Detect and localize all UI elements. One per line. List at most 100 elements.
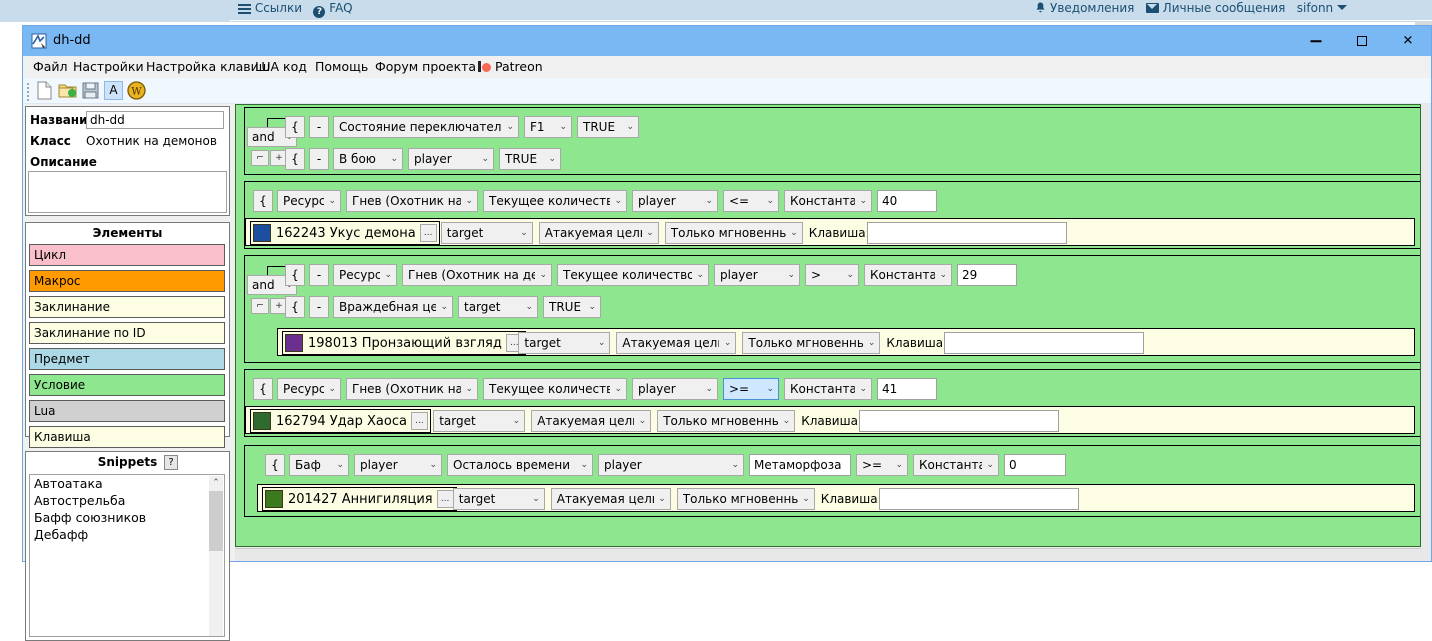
links-menu-label[interactable]: Ссылки (255, 1, 302, 15)
spell-target-dropdown[interactable]: target⌄ (433, 410, 525, 432)
group-collapse-button[interactable]: ⌐ (251, 150, 269, 166)
brace-button[interactable]: { (253, 378, 273, 400)
element-item-2[interactable]: Макрос (29, 270, 225, 292)
condition-dropdown[interactable]: Осталось времени⌄ (447, 454, 593, 476)
condition-dropdown[interactable]: Текущее количество⌄ (557, 264, 709, 286)
condition-dropdown[interactable]: Константа⌄ (784, 378, 872, 400)
block-5[interactable]: {Баф⌄player⌄Осталось времени⌄player⌄Мета… (244, 445, 1421, 517)
spell-key-input[interactable] (944, 332, 1144, 354)
spell-target-type-dropdown[interactable]: Атакуемая цель⌄ (539, 222, 659, 244)
condition-dropdown[interactable]: В бою⌄ (333, 148, 403, 170)
spell-target-type-dropdown[interactable]: Атакуемая цель⌄ (616, 332, 736, 354)
element-item-3[interactable]: Заклинание (29, 296, 225, 318)
remove-condition-button[interactable]: - (309, 148, 329, 170)
condition-dropdown[interactable]: >⌄ (805, 264, 859, 286)
condition-text-input[interactable]: 40 (877, 190, 937, 212)
spell-key-input[interactable] (859, 410, 1059, 432)
remove-condition-button[interactable]: - (309, 116, 329, 138)
condition-dropdown[interactable]: player⌄ (632, 190, 718, 212)
group-collapse-button[interactable]: ⌐ (251, 298, 269, 314)
description-textarea[interactable] (28, 171, 227, 213)
condition-dropdown[interactable]: F1⌄ (524, 116, 572, 138)
condition-dropdown[interactable]: >=⌄ (856, 454, 908, 476)
condition-dropdown[interactable]: Гнев (Охотник на демо⌄ (402, 264, 552, 286)
condition-text-input[interactable]: 41 (877, 378, 937, 400)
condition-dropdown[interactable]: TRUE⌄ (499, 148, 561, 170)
condition-dropdown[interactable]: Ресурс⌄ (277, 190, 341, 212)
name-input[interactable]: dh-dd (86, 111, 224, 129)
brace-button[interactable]: { (253, 190, 273, 212)
condition-dropdown[interactable]: Баф⌄ (289, 454, 349, 476)
menu-item-5[interactable]: Помощь (315, 59, 368, 74)
notifications-label[interactable]: Уведомления (1050, 1, 1134, 15)
menu-item-3[interactable]: Настройка клавиш (146, 59, 270, 74)
snippet-item-1[interactable]: Автоатака (30, 475, 224, 492)
spell-cast-mode-dropdown[interactable]: Только мгновенные⌄ (657, 410, 795, 432)
condition-dropdown[interactable]: Гнев (Охотник на демо⌄ (346, 378, 478, 400)
wow-logo-icon[interactable]: W (127, 81, 146, 100)
condition-dropdown[interactable]: player⌄ (632, 378, 718, 400)
element-item-8[interactable]: Клавиша (29, 426, 225, 448)
condition-dropdown[interactable]: Константа⌄ (864, 264, 952, 286)
spell-cast-mode-dropdown[interactable]: Только мгновенные⌄ (742, 332, 880, 354)
condition-dropdown[interactable]: player⌄ (714, 264, 800, 286)
spell-target-dropdown[interactable]: target⌄ (518, 332, 610, 354)
bell-icon[interactable] (1035, 2, 1046, 14)
window-titlebar[interactable]: dh-dd ✕ (23, 26, 1431, 56)
element-item-7[interactable]: Lua (29, 400, 225, 422)
username-label[interactable]: sifonn (1297, 1, 1333, 15)
minimize-button[interactable] (1293, 26, 1339, 56)
condition-dropdown[interactable]: Состояние переключателя⌄ (333, 116, 519, 138)
spell-target-type-dropdown[interactable]: Атакуемая цель⌄ (531, 410, 651, 432)
snippets-scrollbar[interactable]: ⌃ (209, 476, 223, 637)
spell-select-button[interactable]: 198013 Пронзающий взгляд... (282, 331, 526, 355)
condition-dropdown[interactable]: Ресурс⌄ (277, 378, 341, 400)
spell-browse-button[interactable]: ... (420, 224, 437, 242)
canvas-horizontal-scrollbar[interactable] (235, 548, 1421, 561)
condition-dropdown[interactable]: target⌄ (458, 296, 538, 318)
close-button[interactable]: ✕ (1385, 26, 1431, 56)
menu-item-6[interactable]: Форум проекта (375, 59, 476, 74)
snippets-list[interactable]: АвтоатакаАвтострельбаБафф союзниковДебаф… (29, 474, 225, 637)
brace-button[interactable]: { (285, 148, 305, 170)
remove-condition-button[interactable]: - (309, 264, 329, 286)
scroll-up-icon[interactable]: ⌃ (209, 476, 223, 490)
condition-dropdown[interactable]: Гнев (Охотник на демо⌄ (346, 190, 478, 212)
snippets-help-icon[interactable]: ? (164, 455, 178, 470)
element-item-6[interactable]: Условие (29, 374, 225, 396)
brace-button[interactable]: { (285, 264, 305, 286)
condition-dropdown[interactable]: player⌄ (354, 454, 442, 476)
spell-target-dropdown[interactable]: target⌄ (441, 222, 533, 244)
block-4[interactable]: {Ресурс⌄Гнев (Охотник на демо⌄Текущее ко… (244, 369, 1421, 437)
save-floppy-icon[interactable] (81, 81, 100, 100)
remove-condition-button[interactable]: - (309, 296, 329, 318)
condition-dropdown[interactable]: Текущее количество⌄ (483, 190, 627, 212)
spell-key-input[interactable] (879, 488, 1079, 510)
brace-button[interactable]: { (285, 116, 305, 138)
condition-dropdown[interactable]: Константа⌄ (913, 454, 999, 476)
question-mark-icon[interactable]: ? (313, 6, 325, 18)
condition-dropdown[interactable]: player⌄ (598, 454, 744, 476)
spell-cast-mode-dropdown[interactable]: Только мгновенные⌄ (665, 222, 803, 244)
faq-link-label[interactable]: FAQ (329, 1, 352, 15)
maximize-button[interactable] (1339, 26, 1385, 56)
condition-text-input[interactable]: Метаморфоза (749, 454, 851, 476)
spell-row[interactable]: 162794 Удар Хаоса...target⌄ Атакуемая цел… (245, 406, 1415, 434)
condition-dropdown[interactable]: Враждебная цель⌄ (333, 296, 453, 318)
snippet-item-3[interactable]: Бафф союзников (30, 509, 224, 526)
macro-canvas[interactable]: and⌄⌐+{-Состояние переключателя⌄F1⌄TRUE⌄… (235, 104, 1421, 547)
condition-dropdown[interactable]: TRUE⌄ (577, 116, 639, 138)
condition-dropdown[interactable]: >=⌄ (723, 378, 779, 400)
brace-button[interactable]: { (265, 454, 285, 476)
element-item-1[interactable]: Цикл (29, 244, 225, 266)
menu-item-7[interactable]: Patreon (478, 59, 543, 74)
condition-dropdown[interactable]: Константа⌄ (784, 190, 872, 212)
condition-text-input[interactable]: 0 (1004, 454, 1066, 476)
element-item-4[interactable]: Заклинание по ID (29, 322, 225, 344)
spell-row[interactable]: 201427 Аннигиляция...target⌄Атакуемая це… (257, 484, 1415, 512)
spell-select-button[interactable]: 162794 Удар Хаоса... (250, 409, 431, 433)
canvas-vertical-scrollbar[interactable] (1421, 104, 1431, 561)
scrollbar-thumb[interactable] (209, 491, 223, 551)
spell-row[interactable]: 162243 Укус демона...target⌄Атакуемая це… (245, 218, 1415, 246)
open-folder-icon[interactable] (58, 81, 77, 100)
